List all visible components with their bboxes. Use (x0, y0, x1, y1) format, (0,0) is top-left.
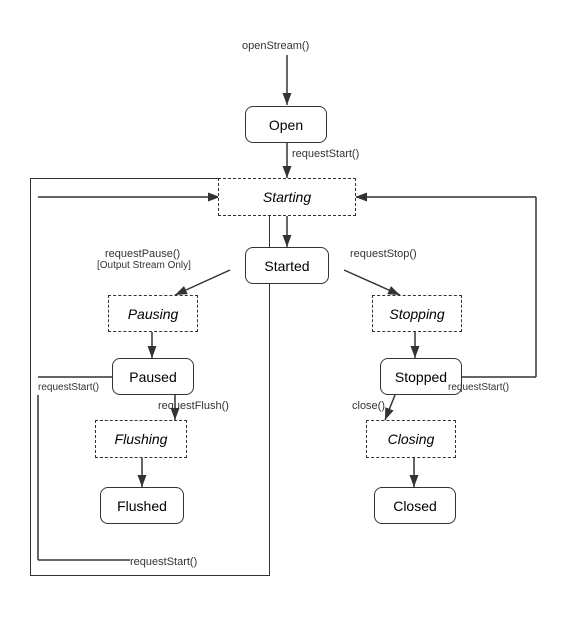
state-closing: Closing (366, 420, 456, 458)
label-requeststop: requestStop() (350, 248, 417, 260)
label-requeststart-paused: requestStart() (38, 382, 99, 393)
state-stopping: Stopping (372, 295, 462, 332)
label-openstream: openStream() (242, 40, 309, 52)
label-outputstream: [Output Stream Only] (97, 260, 191, 271)
state-starting: Starting (218, 178, 356, 216)
state-diagram: openStream() Open requestStart() Startin… (0, 0, 574, 631)
label-requestpause: requestPause() (105, 248, 180, 260)
label-requeststart-flushed: requestStart() (130, 556, 197, 568)
label-requestflush: requestFlush() (158, 400, 229, 412)
state-pausing: Pausing (108, 295, 198, 332)
state-paused: Paused (112, 358, 194, 395)
label-requeststart-1: requestStart() (292, 148, 359, 160)
label-requeststart-stopped: requestStart() (448, 382, 509, 393)
state-flushing: Flushing (95, 420, 187, 458)
state-open: Open (245, 106, 327, 143)
label-close: close() (352, 400, 385, 412)
state-closed: Closed (374, 487, 456, 524)
state-started: Started (245, 247, 329, 284)
state-flushed: Flushed (100, 487, 184, 524)
